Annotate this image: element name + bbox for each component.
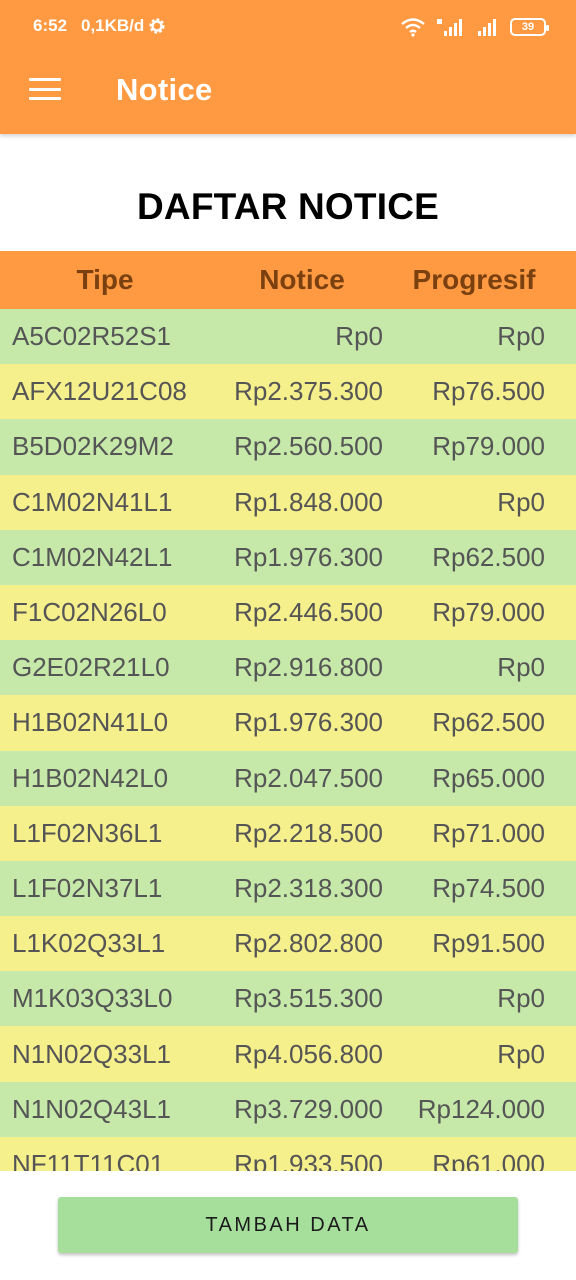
app-bar-title: Notice: [116, 72, 213, 107]
cell-notice: Rp1.976.300: [234, 541, 383, 572]
cell-notice: Rp0: [335, 321, 383, 352]
notice-table[interactable]: Tipe Notice Progresif A5C02R52S1 Rp0 Rp0 AF…: [0, 251, 576, 1171]
menu-icon-line: [29, 87, 61, 91]
table-row[interactable]: C1M02N41L1 Rp1.848.000 Rp0: [0, 474, 576, 530]
table-row[interactable]: H1B02N41L0 Rp1.976.300 Rp62.500: [0, 695, 576, 751]
cell-progresif: Rp65.000: [432, 762, 545, 793]
cell-progresif: Rp61.000: [432, 1148, 545, 1171]
cell-tipe: C1M02N41L1: [12, 486, 173, 517]
battery-level: 39: [521, 21, 535, 33]
cell-progresif: Rp62.500: [432, 707, 545, 738]
table-row[interactable]: C1M02N42L1 Rp1.976.300 Rp62.500: [0, 529, 576, 585]
cell-notice: Rp2.318.300: [234, 872, 383, 903]
header-tipe: Tipe: [76, 264, 134, 295]
cell-tipe: L1F02N37L1: [12, 872, 163, 903]
page-title: DAFTAR NOTICE: [137, 186, 439, 227]
status-icons: 39: [400, 16, 549, 38]
cell-tipe: N1N02Q33L1: [12, 1038, 171, 1069]
cell-notice: Rp2.802.800: [234, 928, 383, 959]
cell-progresif: Rp62.500: [432, 541, 545, 572]
cell-tipe: A5C02R52S1: [12, 321, 171, 352]
cell-progresif: Rp79.000: [432, 597, 545, 628]
cell-notice: Rp1.976.300: [234, 707, 383, 738]
cell-progresif: Rp71.000: [432, 817, 545, 848]
cell-tipe: G2E02R21L0: [12, 652, 170, 683]
wifi-icon: [401, 18, 425, 37]
cell-progresif: Rp76.500: [432, 376, 545, 407]
cell-tipe: M1K03Q33L0: [12, 983, 173, 1014]
cell-tipe: H1B02N42L0: [12, 762, 169, 793]
menu-icon-line: [29, 97, 61, 100]
cell-notice: Rp2.916.800: [234, 652, 383, 683]
cell-tipe: N1N02Q43L1: [12, 1093, 171, 1124]
menu-button[interactable]: [28, 74, 62, 104]
table-row[interactable]: B5D02K29M2 Rp2.560.500 Rp79.000: [0, 419, 576, 475]
cell-notice: Rp3.515.300: [234, 983, 383, 1014]
status-bar: 6:52 0,1KB/d 39: [0, 0, 576, 56]
gear-icon: [149, 18, 165, 34]
table-header: Tipe Notice Progresif: [0, 251, 576, 309]
cell-tipe: F1C02N26L0: [12, 597, 167, 628]
table-row[interactable]: AFX12U21C08 Rp2.375.300 Rp76.500: [0, 364, 576, 420]
cell-notice: Rp1.933.500: [234, 1148, 383, 1171]
signal-icon: [478, 19, 496, 36]
cell-notice: Rp1.848.000: [234, 486, 383, 517]
cell-progresif: Rp74.500: [432, 872, 545, 903]
bottom-bar: TAMBAH DATA: [0, 1171, 576, 1280]
cell-progresif: Rp91.500: [432, 928, 545, 959]
cell-notice: Rp2.375.300: [234, 376, 383, 407]
cell-notice: Rp3.729.000: [234, 1093, 383, 1124]
cell-tipe: L1K02Q33L1: [12, 928, 166, 959]
cell-tipe: C1M02N42L1: [12, 541, 173, 572]
cell-notice: Rp2.218.500: [234, 817, 383, 848]
cell-notice: Rp2.047.500: [234, 762, 383, 793]
battery-icon: 39: [510, 18, 549, 36]
add-data-button[interactable]: TAMBAH DATA: [58, 1197, 518, 1253]
cell-tipe: L1F02N36L1: [12, 817, 163, 848]
cell-tipe: NF11T11C01: [12, 1148, 165, 1171]
screen: 6:52 0,1KB/d 39 Notice DAFTAR NOTICE Tip…: [0, 0, 576, 1280]
menu-icon-line: [29, 78, 61, 81]
cell-tipe: AFX12U21C08: [12, 376, 187, 407]
cell-progresif: Rp0: [497, 983, 545, 1014]
cell-progresif: Rp0: [497, 486, 545, 517]
cell-progresif: Rp0: [497, 321, 545, 352]
table-row[interactable]: M1K03Q33L0 Rp3.515.300 Rp0: [0, 971, 576, 1027]
cell-progresif: Rp0: [497, 1038, 545, 1069]
signal-4g-icon: [437, 19, 462, 36]
table-row[interactable]: F1C02N26L0 Rp2.446.500 Rp79.000: [0, 584, 576, 641]
header-progresif: Progresif: [412, 264, 536, 295]
table-row[interactable]: A5C02R52S1 Rp0 Rp0: [0, 309, 576, 365]
cell-tipe: H1B02N41L0: [12, 707, 169, 738]
table-row[interactable]: H1B02N42L0 Rp2.047.500 Rp65.000: [0, 750, 576, 806]
cell-notice: Rp2.560.500: [234, 431, 383, 462]
table-row[interactable]: N1N02Q43L1 Rp3.729.000 Rp124.000: [0, 1081, 576, 1137]
table-row[interactable]: L1F02N37L1 Rp2.318.300 Rp74.500: [0, 860, 576, 917]
table-row[interactable]: L1K02Q33L1 Rp2.802.800 Rp91.500: [0, 916, 576, 972]
table-row[interactable]: N1N02Q33L1 Rp4.056.800 Rp0: [0, 1026, 576, 1082]
table-row[interactable]: L1F02N36L1 Rp2.218.500 Rp71.000: [0, 805, 576, 861]
status-net-speed: 0,1KB/d: [81, 16, 145, 35]
header-notice: Notice: [259, 264, 345, 295]
table-body: A5C02R52S1 Rp0 Rp0 AFX12U21C08 Rp2.375.300 Rp…: [0, 309, 576, 1171]
cell-notice: Rp4.056.800: [234, 1038, 383, 1069]
cell-tipe: B5D02K29M2: [12, 431, 174, 462]
cell-notice: Rp2.446.500: [234, 597, 383, 628]
app-bar: 6:52 0,1KB/d 39 Notice: [0, 0, 576, 134]
table-row[interactable]: G2E02R21L0 Rp2.916.800 Rp0: [0, 640, 576, 696]
table-row[interactable]: NF11T11C01 Rp1.933.500 Rp61.000: [0, 1136, 576, 1171]
cell-progresif: Rp79.000: [432, 431, 545, 462]
cell-progresif: Rp0: [497, 652, 545, 683]
status-time: 6:52: [33, 16, 68, 35]
cell-progresif: Rp124.000: [417, 1093, 545, 1124]
